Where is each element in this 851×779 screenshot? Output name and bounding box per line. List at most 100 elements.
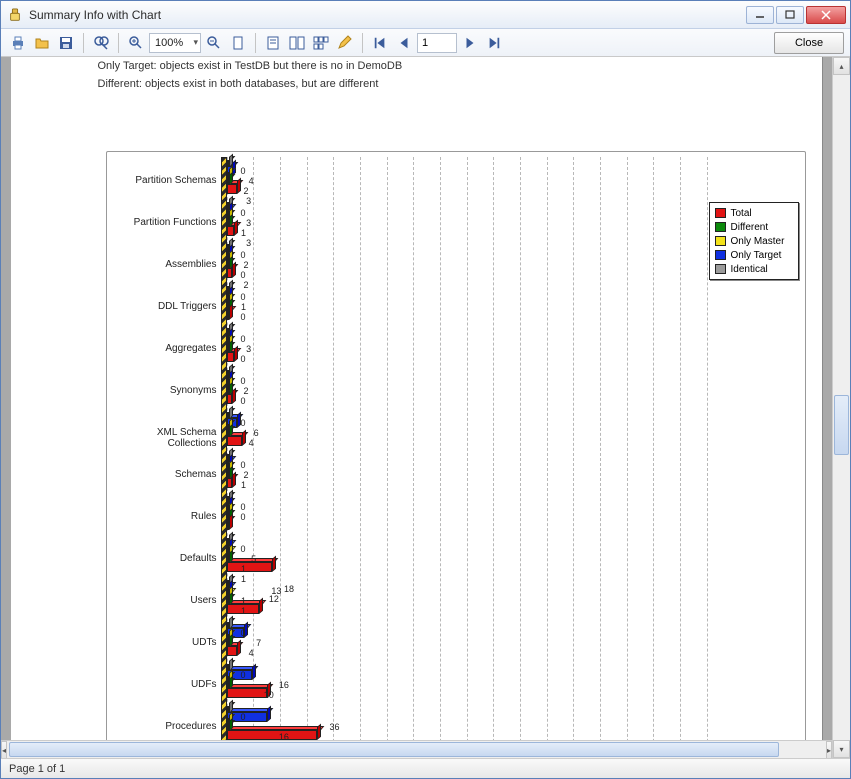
h-scroll-thumb[interactable]	[9, 742, 779, 757]
chart-bar	[227, 688, 267, 698]
value-label: 18	[284, 584, 294, 594]
note-line-1: Only Target: objects exist in TestDB but…	[98, 60, 403, 72]
value-label: 4	[249, 648, 254, 658]
value-label: 0	[241, 354, 246, 364]
legend-item: Total	[715, 206, 793, 220]
category-label: Partition Schemas	[107, 175, 217, 186]
legend-swatch	[715, 250, 726, 260]
first-page-button[interactable]	[369, 32, 391, 54]
category-label: Partition Functions	[107, 217, 217, 228]
next-page-button[interactable]	[459, 32, 481, 54]
maximize-button[interactable]	[776, 6, 804, 24]
page-status: Page 1 of 1	[9, 763, 65, 775]
h-scroll-track[interactable]	[7, 741, 826, 758]
value-label: 0	[241, 208, 246, 218]
last-page-button[interactable]	[483, 32, 505, 54]
chart-bar	[227, 520, 229, 530]
note-line-2: Different: objects exist in both databas…	[98, 78, 379, 90]
value-label: 7	[256, 638, 261, 648]
app-window: Summary Info with Chart 100% ▾ Cl	[0, 0, 851, 779]
category-label: UDFs	[107, 679, 217, 690]
category-label: Assemblies	[107, 259, 217, 270]
print-button[interactable]	[7, 32, 29, 54]
whole-page-button[interactable]	[227, 32, 249, 54]
titlebar: Summary Info with Chart	[1, 1, 850, 29]
chart-bar	[227, 478, 232, 488]
value-label: 0	[241, 270, 246, 280]
v-scroll-thumb[interactable]	[834, 395, 849, 455]
chart-bar	[227, 352, 235, 362]
save-button[interactable]	[55, 32, 77, 54]
value-label: 4	[249, 438, 254, 448]
minimize-button[interactable]	[746, 6, 774, 24]
app-icon	[7, 7, 23, 23]
value-label: 1	[241, 228, 246, 238]
v-scrollbar[interactable]: ▴ ▾	[832, 57, 850, 758]
scroll-down-button[interactable]: ▾	[833, 740, 850, 758]
annotate-button[interactable]	[334, 32, 356, 54]
page-number-input[interactable]	[417, 33, 457, 53]
scroll-right-button[interactable]: ▸	[826, 741, 832, 758]
value-label: 0	[241, 460, 246, 470]
zoom-value: 100%	[155, 37, 183, 49]
value-label: 0	[241, 544, 246, 554]
multi-page-button[interactable]	[310, 32, 332, 54]
two-page-button[interactable]	[286, 32, 308, 54]
legend-label: Total	[731, 208, 752, 219]
value-label: 0	[241, 396, 246, 406]
value-label: 1	[241, 564, 246, 574]
value-label: 0	[241, 250, 246, 260]
h-scrollbar[interactable]: ◂ ▸	[1, 740, 832, 758]
separator	[83, 33, 84, 53]
legend-item: Only Target	[715, 248, 793, 262]
scroll-up-button[interactable]: ▴	[833, 57, 850, 75]
zoom-combo[interactable]: 100% ▾	[149, 33, 201, 53]
open-button[interactable]	[31, 32, 53, 54]
value-label: 3	[246, 238, 251, 248]
category-label: Schemas	[107, 469, 217, 480]
find-button[interactable]	[90, 32, 112, 54]
value-label: 0	[241, 712, 246, 722]
value-label: 2	[244, 260, 249, 270]
chart-bar	[227, 436, 242, 446]
value-label: 2	[244, 470, 249, 480]
category-label: Aggregates	[107, 343, 217, 354]
value-label: 0	[241, 334, 246, 344]
chart-bar	[227, 226, 235, 236]
legend-label: Only Target	[731, 250, 782, 261]
close-window-button[interactable]	[806, 6, 846, 24]
prev-page-button[interactable]	[393, 32, 415, 54]
v-scroll-track[interactable]	[833, 75, 850, 740]
legend-item: Only Master	[715, 234, 793, 248]
category-label: XML Schema Collections	[107, 427, 217, 449]
value-label: 1	[241, 606, 246, 616]
value-label: 3	[246, 196, 251, 206]
value-label: 1	[241, 480, 246, 490]
zoom-out-button[interactable]	[203, 32, 225, 54]
legend-swatch	[715, 264, 726, 274]
category-label: Rules	[107, 511, 217, 522]
value-label: 1	[241, 302, 246, 312]
legend-label: Only Master	[731, 236, 785, 247]
close-button[interactable]: Close	[774, 32, 844, 54]
document-viewport[interactable]: Only Target: objects exist in TestDB but…	[1, 57, 832, 758]
value-label: 2	[244, 186, 249, 196]
category-label: Synonyms	[107, 385, 217, 396]
category-label: Procedures	[107, 721, 217, 732]
chart-bar	[227, 562, 272, 572]
value-label: 16	[279, 680, 289, 690]
legend-item: Different	[715, 220, 793, 234]
value-label: 3	[246, 218, 251, 228]
zoom-in-button[interactable]	[125, 32, 147, 54]
separator	[118, 33, 119, 53]
value-label: 2	[244, 386, 249, 396]
value-label: 0	[241, 512, 246, 522]
legend-swatch	[715, 222, 726, 232]
document-page: Only Target: objects exist in TestDB but…	[11, 57, 823, 757]
one-page-button[interactable]	[262, 32, 284, 54]
value-label: 1	[241, 596, 246, 606]
value-label: 6	[254, 428, 259, 438]
statusbar: Page 1 of 1	[1, 758, 850, 778]
value-label: 2	[244, 280, 249, 290]
value-label: 13	[271, 586, 281, 596]
